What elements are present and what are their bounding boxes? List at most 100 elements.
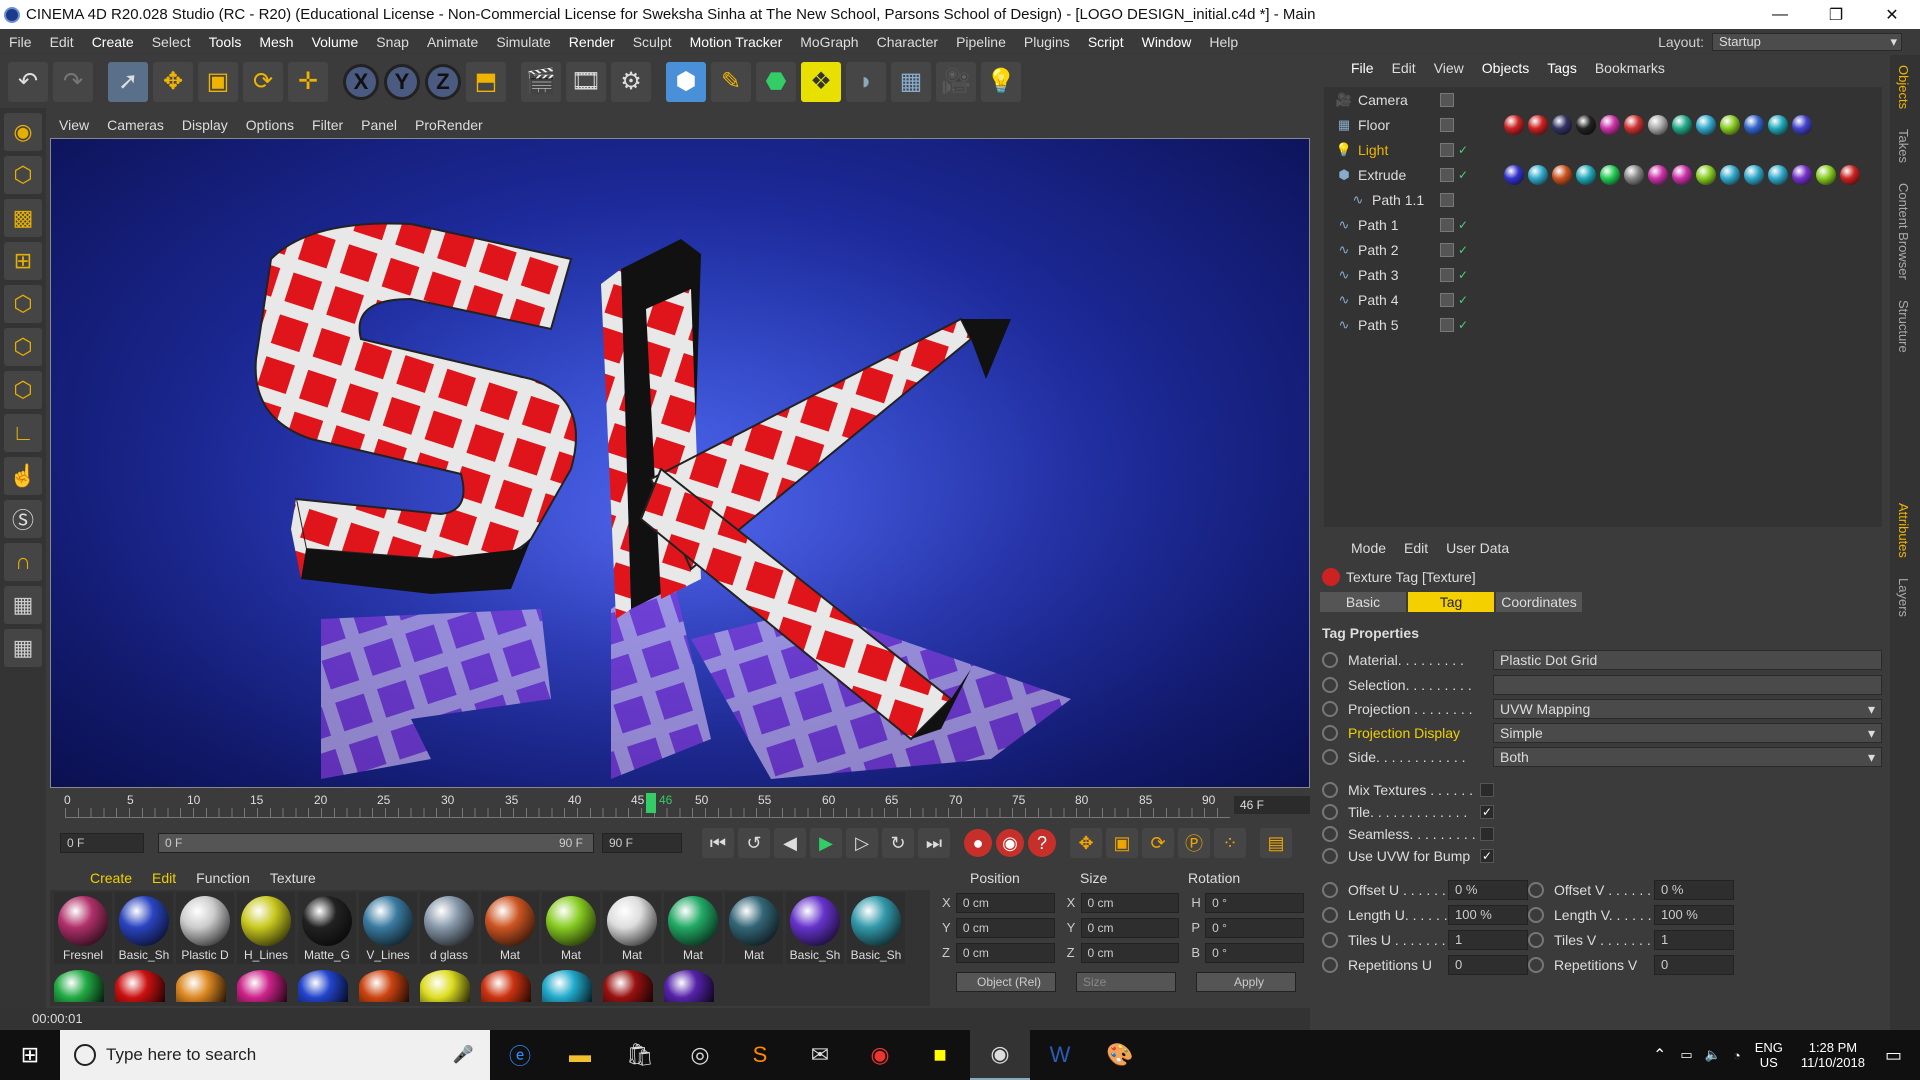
grid-icon[interactable]: ▦ [4,629,42,667]
edge-icon[interactable]: ⓔ [490,1030,550,1080]
texture-tag-icon[interactable] [1768,114,1788,135]
animate-radio[interactable] [1528,907,1544,923]
workplane-lock-icon[interactable]: ▦ [4,586,42,624]
texture-tag-icon[interactable] [1792,164,1812,185]
menu-volume[interactable]: Volume [303,34,368,50]
z-axis-icon[interactable]: Z [425,63,461,100]
rotate-icon[interactable]: ⟳ [243,61,283,102]
next-frame-icon[interactable]: ▷ [846,828,878,858]
layer-icon[interactable] [1440,317,1454,332]
object-row[interactable]: ∿ Path 1 ✓ [1324,212,1882,237]
texture-tag-icon[interactable] [1600,164,1620,185]
size-mode-dropdown[interactable]: Size [1076,971,1176,992]
cinema4d-taskbar-icon[interactable]: ◉ [970,1030,1030,1080]
enabled-check-icon[interactable]: ✓ [1458,293,1468,307]
render-icon[interactable]: 🎞 [566,61,606,102]
restore-button[interactable]: ❐ [1808,0,1864,29]
snap-icon[interactable]: Ⓢ [4,500,42,538]
vp-menu-view[interactable]: View [50,117,98,133]
clock[interactable]: 1:28 PM 11/10/2018 [1801,1040,1865,1070]
layer-icon[interactable] [1440,217,1454,232]
texture-tag-icon[interactable] [1648,164,1668,185]
model-mode-icon[interactable]: ⬡ [4,156,42,194]
size-y-field[interactable]: 0 cm [1080,917,1180,938]
next-key-icon[interactable]: ↻ [882,828,914,858]
vp-menu-cameras[interactable]: Cameras [98,117,173,133]
material-swatch[interactable]: d glass [420,892,478,964]
vp-menu-display[interactable]: Display [173,117,237,133]
menu-snap[interactable]: Snap [367,34,418,50]
axis-mode-icon[interactable]: ∟ [4,414,42,452]
texture-tag-icon[interactable] [1504,114,1524,135]
floor-icon[interactable]: ▦ [891,61,931,102]
previous-frame-icon[interactable]: ◀ [774,828,806,858]
animate-radio[interactable] [1322,907,1338,923]
timeline-ruler[interactable]: 0 5 10 15 20 25 30 35 40 45 46 50 55 60 … [50,790,1310,820]
texture-tag-icon[interactable] [1552,114,1572,135]
texture-tag-icon[interactable] [1576,164,1596,185]
object-row[interactable]: ∿ Path 2 ✓ [1324,237,1882,262]
coord-mode-dropdown[interactable]: Object (Rel) [956,971,1056,992]
material-ball-icon[interactable] [237,970,287,1002]
key-pla-icon[interactable]: ⁘ [1214,828,1246,858]
side-tab-structure[interactable]: Structure [1896,300,1911,353]
material-ball-icon[interactable] [664,970,714,1002]
key-scale-icon[interactable]: ▣ [1106,828,1138,858]
side-tab-attributes[interactable]: Attributes [1896,503,1911,558]
animate-radio[interactable] [1322,652,1338,668]
magnet-icon[interactable]: ∩ [4,543,42,581]
layer-icon[interactable] [1440,192,1454,207]
material-ball-icon[interactable] [481,970,531,1002]
deformer-icon[interactable]: ◗ [846,61,886,102]
animate-radio[interactable] [1528,932,1544,948]
battery-icon[interactable]: ▭ [1680,1047,1692,1063]
current-frame-field[interactable]: 46 F [1234,796,1310,814]
animate-radio[interactable] [1322,957,1338,973]
3d-viewport[interactable] [50,138,1310,788]
menu-simulate[interactable]: Simulate [487,34,559,50]
edges-mode-icon[interactable]: ⬡ [4,328,42,366]
attr-menu-user-data[interactable]: User Data [1437,540,1518,556]
menu-character[interactable]: Character [868,34,947,50]
offset-u-field[interactable]: 0 % [1448,880,1528,900]
vp-menu-options[interactable]: Options [237,117,303,133]
sublime-icon[interactable]: S [730,1030,790,1080]
menu-mograph[interactable]: MoGraph [791,34,867,50]
menu-animate[interactable]: Animate [418,34,487,50]
projection-display-dropdown[interactable]: Simple [1493,723,1882,743]
layer-icon[interactable] [1440,167,1454,182]
object-row[interactable]: 💡 Light ✓ [1324,137,1882,162]
texture-tag-icon[interactable] [1672,114,1692,135]
animate-radio[interactable] [1528,882,1544,898]
animate-radio[interactable] [1322,701,1338,717]
menu-tools[interactable]: Tools [200,34,251,50]
length-v-field[interactable]: 100 % [1654,905,1734,925]
material-swatch[interactable]: Mat [481,892,539,964]
redo-icon[interactable]: ↷ [53,61,93,102]
material-swatch[interactable]: Basic_Sh [847,892,905,964]
layer-icon[interactable] [1440,92,1454,107]
menu-mesh[interactable]: Mesh [250,34,302,50]
material-ball-icon[interactable] [176,970,226,1002]
tab-coordinates[interactable]: Coordinates [1496,592,1582,612]
menu-script[interactable]: Script [1079,34,1133,50]
tab-tag[interactable]: Tag [1408,592,1494,612]
select-icon[interactable]: ➚ [108,61,148,102]
texture-tag-icon[interactable] [1696,114,1716,135]
mat-menu-function[interactable]: Function [186,870,260,886]
rotation-p-field[interactable]: 0 ° [1205,917,1305,938]
menu-sculpt[interactable]: Sculpt [624,34,681,50]
attr-menu-edit[interactable]: Edit [1395,540,1437,556]
microphone-icon[interactable]: 🎤 [453,1045,474,1065]
enabled-check-icon[interactable]: ✓ [1458,168,1468,182]
object-row[interactable]: ∿ Path 5 ✓ [1324,312,1882,337]
vp-menu-filter[interactable]: Filter [303,117,352,133]
keyframe-selection-icon[interactable]: ? [1028,829,1056,857]
object-row[interactable]: ∿ Path 1.1 [1324,187,1882,212]
minimize-button[interactable]: — [1752,0,1808,29]
texture-tag-icon[interactable] [1528,114,1548,135]
enabled-check-icon[interactable]: ✓ [1458,243,1468,257]
animate-radio[interactable] [1322,725,1338,741]
size-z-field[interactable]: 0 cm [1080,942,1180,963]
texture-tag-icon[interactable] [1624,164,1644,185]
